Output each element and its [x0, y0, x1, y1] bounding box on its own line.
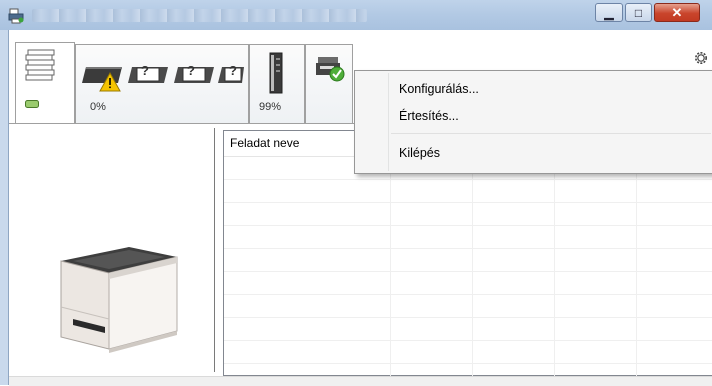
table-row: [224, 340, 712, 341]
printer-illustration: [60, 247, 178, 353]
menu-item-configure[interactable]: Konfigurálás...: [391, 78, 479, 100]
table-row: [224, 248, 712, 249]
table-row: [224, 202, 712, 203]
window-title-blurred: [32, 9, 367, 22]
tab-toner[interactable]: ? ? ? 0%: [75, 44, 249, 123]
menu-item-exit[interactable]: Kilépés: [391, 142, 440, 164]
gear-icon[interactable]: [693, 50, 709, 66]
table-row: [224, 363, 712, 364]
menu-item-notification[interactable]: Értesítés...: [391, 105, 459, 127]
table-row: [224, 294, 712, 295]
tab-print-queue[interactable]: [15, 42, 75, 124]
toner-cartridges-icon: [82, 67, 244, 92]
table-row: [224, 225, 712, 226]
paper-stack-icon: [25, 49, 55, 81]
context-menu: Konfigurálás... Értesítés... Kilépés: [354, 70, 712, 174]
menu-gutter: [388, 73, 389, 171]
status-indicator-icon: [25, 100, 39, 108]
maximize-icon: □: [634, 5, 643, 20]
column-line: [636, 156, 637, 376]
toner-percent: 0%: [90, 101, 106, 113]
menu-separator: [391, 133, 711, 134]
column-line: [554, 156, 555, 376]
printer-app-icon: [8, 8, 24, 24]
column-line: [390, 156, 391, 376]
device-ok-icon: [316, 57, 345, 82]
minimize-icon: ▁: [604, 5, 614, 20]
paper-percent: 99%: [259, 101, 282, 113]
tab-paper[interactable]: 99%: [249, 44, 305, 123]
title-bar[interactable]: ▁ □ ✕: [0, 0, 712, 30]
close-icon: ✕: [671, 4, 683, 20]
unknown-toner-3: ?: [187, 63, 195, 78]
maximize-button[interactable]: □: [625, 3, 652, 22]
paper-level-icon: [269, 52, 283, 94]
printer-pane: [9, 125, 215, 371]
column-line: [472, 156, 473, 376]
table-row: [224, 179, 712, 180]
tab-device[interactable]: 4: [305, 44, 360, 123]
pane-splitter[interactable]: [214, 128, 215, 372]
table-row: [224, 317, 712, 318]
unknown-toner-2: ?: [141, 63, 149, 78]
minimize-button[interactable]: ▁: [595, 3, 623, 22]
table-row: [224, 271, 712, 272]
app-window: ▁ □ ✕ ? ? ? 0% 99% Feladat neve Konfigur…: [0, 0, 712, 386]
close-button[interactable]: ✕: [654, 3, 700, 22]
unknown-toner-4: ?: [229, 63, 237, 78]
